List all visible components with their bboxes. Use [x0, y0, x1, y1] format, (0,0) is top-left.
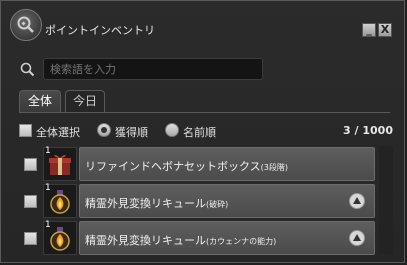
minimize-button[interactable]: _: [362, 23, 376, 37]
inventory-search-icon: [10, 9, 42, 41]
select-all-checkbox[interactable]: [19, 124, 32, 137]
select-all-label: 全体選択: [36, 126, 80, 139]
item-slot[interactable]: 1: [43, 183, 77, 218]
titlebar[interactable]: ポイントインベントリ _ X: [1, 1, 404, 47]
tab-all[interactable]: 全体: [19, 90, 61, 112]
item-checkbox[interactable]: [24, 195, 37, 208]
sort-acquired-radio[interactable]: [97, 123, 111, 137]
item-slot[interactable]: 1: [43, 220, 77, 255]
bound-item-icon: [349, 230, 365, 246]
close-button[interactable]: X: [378, 23, 392, 37]
search-icon: [20, 62, 35, 77]
search-row: [19, 58, 263, 80]
list-item[interactable]: 1 リファインドヘボナセットボックス(3段階): [19, 146, 377, 182]
search-input[interactable]: [43, 58, 263, 80]
item-name-bar[interactable]: 精霊外見変換リキュール(破砕): [79, 184, 375, 218]
item-name-bar[interactable]: 精霊外見変換リキュール(カウェンナの能力): [79, 221, 375, 255]
item-quantity: 1: [45, 220, 51, 230]
bound-item-icon: [349, 193, 365, 209]
list-item[interactable]: 1 精霊外見変換リキュール(破砕): [19, 183, 377, 219]
sort-row: 全体選択 獲得順 名前順 3 / 1000: [19, 122, 393, 140]
sort-acquired-label: 獲得順: [115, 126, 148, 139]
item-name: 精霊外見変換リキュール(カウェンナの能力): [85, 234, 277, 247]
item-name: リファインドヘボナセットボックス(3段階): [85, 160, 289, 173]
item-slot[interactable]: 1: [43, 146, 77, 181]
tab-today[interactable]: 今日: [65, 90, 105, 112]
scrollbar[interactable]: [379, 146, 393, 254]
point-inventory-window: ポイントインベントリ _ X 全体 今日 全体選択 獲得順 名前順 3 / 10…: [0, 0, 405, 263]
item-name: 精霊外見変換リキュール(破砕): [85, 197, 229, 210]
item-count: 3 / 1000: [343, 124, 393, 137]
item-checkbox[interactable]: [24, 158, 37, 171]
item-quantity: 1: [45, 146, 51, 156]
tab-divider: [19, 112, 390, 113]
sort-name-radio[interactable]: [165, 123, 179, 137]
window-title: ポイントインベントリ: [45, 24, 155, 37]
item-name-bar[interactable]: リファインドヘボナセットボックス(3段階): [79, 147, 375, 181]
item-checkbox[interactable]: [24, 232, 37, 245]
sort-name-label: 名前順: [183, 126, 216, 139]
list-item[interactable]: 1 精霊外見変換リキュール(カウェンナの能力): [19, 220, 377, 256]
item-quantity: 1: [45, 183, 51, 193]
